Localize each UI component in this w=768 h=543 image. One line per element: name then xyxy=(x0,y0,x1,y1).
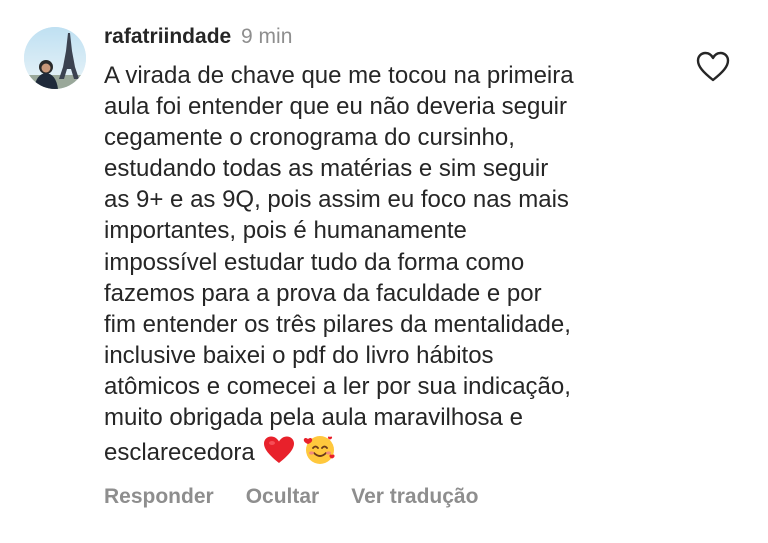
smiling-face-with-hearts-emoji xyxy=(303,433,337,473)
avatar-photo xyxy=(24,27,86,89)
like-button[interactable] xyxy=(695,50,731,86)
timestamp: 9 min xyxy=(241,25,293,48)
reply-button[interactable]: Responder xyxy=(104,485,214,508)
comment-text: A virada de chave que me tocou na primei… xyxy=(104,62,574,467)
username[interactable]: rafatriindade xyxy=(104,25,231,48)
heart-outline-icon xyxy=(696,51,730,82)
hide-button[interactable]: Ocultar xyxy=(246,485,320,508)
red-heart-emoji xyxy=(263,435,295,473)
see-translation-button[interactable]: Ver tradução xyxy=(351,485,478,508)
comment-header: rafatriindade 9 min xyxy=(104,22,292,52)
comment-body: A virada de chave que me tocou na primei… xyxy=(104,60,704,473)
comment-actions: Responder Ocultar Ver tradução xyxy=(104,482,478,512)
avatar[interactable] xyxy=(24,27,86,89)
